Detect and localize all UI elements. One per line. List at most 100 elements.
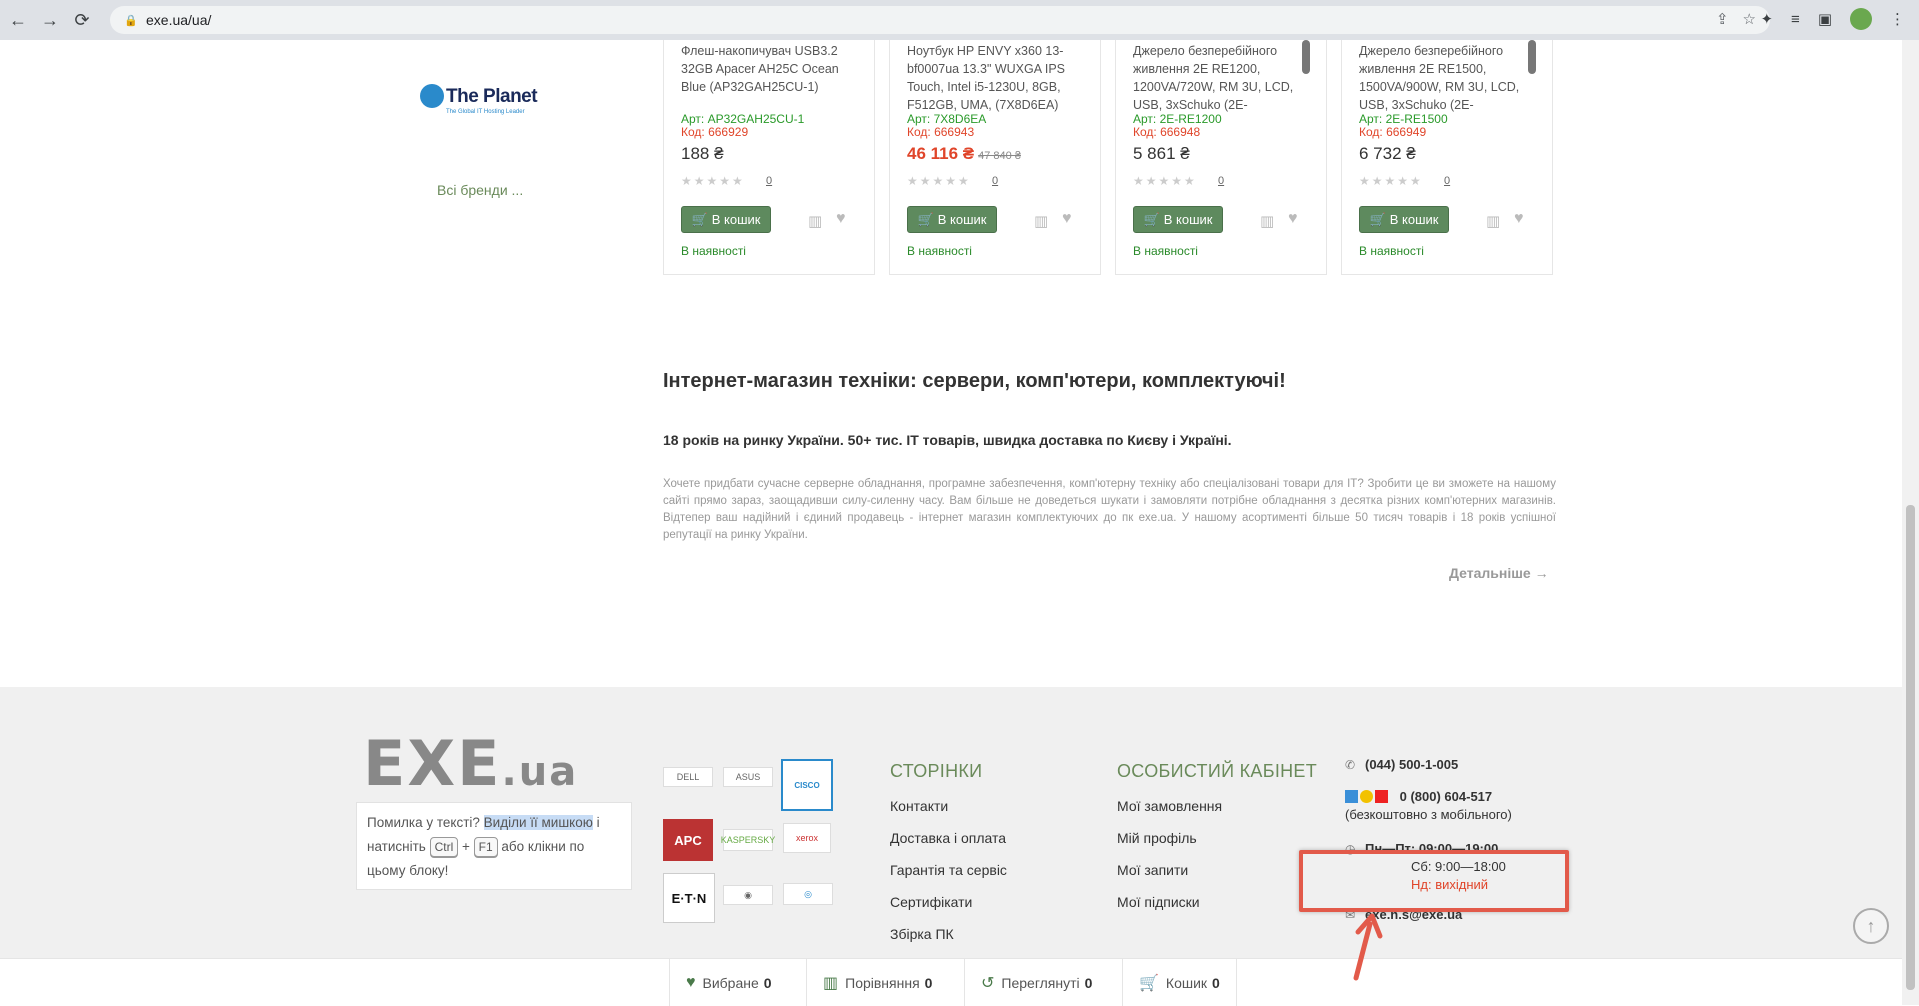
partner-logos: DELL ASUS CISCO APC KASPERSKY xerox E·T·… <box>661 757 841 927</box>
reviews-count[interactable]: 0 <box>766 175 772 187</box>
product-price: 6 732 ₴ <box>1359 144 1416 164</box>
partner-apc[interactable]: APC <box>663 819 713 861</box>
media-icon[interactable]: ≡ <box>1791 11 1800 28</box>
cabinet-link-subscriptions[interactable]: Мої підписки <box>1117 891 1222 923</box>
add-to-cart-button[interactable]: 🛒 В кошик <box>907 206 997 233</box>
scroll-to-top-button[interactable]: ↑ <box>1853 908 1889 944</box>
footer-link-certificates[interactable]: Сертифікати <box>890 891 1007 923</box>
reviews-count[interactable]: 0 <box>992 175 998 187</box>
cart-icon: 🛒 <box>691 211 708 227</box>
compare-icon[interactable]: ▥ <box>808 212 822 230</box>
reviews-count[interactable]: 0 <box>1444 175 1450 187</box>
exe-logo-main: EXE <box>363 727 502 800</box>
cart-button[interactable]: 🛒 Кошик 0 <box>1122 959 1237 1006</box>
rating-stars-icon[interactable]: ★★★★★ <box>907 174 971 188</box>
page-scrollbar[interactable] <box>1902 40 1919 1005</box>
stock-status: В наявності <box>1133 244 1198 258</box>
intel-icon: ◎ <box>804 888 812 899</box>
partner-dell[interactable]: DELL <box>663 767 713 787</box>
phone-row-2[interactable]: 0 (800) 604-517 <box>1345 789 1492 804</box>
seo-title: Інтернет-магазин техніки: сервери, комп'… <box>663 370 1286 392</box>
address-bar[interactable]: 🔒 exe.ua/ua/ ⇪ ☆ <box>110 6 1770 34</box>
bookmark-star-icon[interactable]: ☆ <box>1743 10 1756 28</box>
all-brands-link[interactable]: Всі бренди ... <box>437 182 523 198</box>
globe-icon <box>420 84 444 108</box>
phone-1: (044) 500-1-005 <box>1365 757 1459 772</box>
heart-icon: ♥ <box>686 973 696 991</box>
product-code: Код: 666948 <box>1133 125 1201 139</box>
typo-report-box[interactable]: Помилка у тексті? Виділи її мишкою і нат… <box>356 802 632 890</box>
footer-link-warranty[interactable]: Гарантія та сервіс <box>890 859 1007 891</box>
title-scrollbar[interactable] <box>1302 40 1310 74</box>
add-to-cart-button[interactable]: 🛒 В кошик <box>1359 206 1449 233</box>
partner-cisco[interactable]: CISCO <box>781 759 833 811</box>
share-icon[interactable]: ⇪ <box>1716 10 1729 28</box>
key-f1: F1 <box>473 837 498 857</box>
viewed-label: Переглянуті <box>1001 974 1080 991</box>
profile-avatar[interactable] <box>1850 8 1872 30</box>
heart-icon[interactable]: ♥ <box>1288 210 1298 228</box>
add-to-cart-button[interactable]: 🛒 В кошик <box>1133 206 1223 233</box>
footer-link-contacts[interactable]: Контакти <box>890 795 1007 827</box>
partner-eaton[interactable]: E·T·N <box>663 873 715 923</box>
product-title[interactable]: Ноутбук HP ENVY x360 13-bf0007ua 13.3" W… <box>907 42 1079 112</box>
cabinet-title: ОСОБИСТИЙ КАБІНЕТ <box>1117 761 1318 781</box>
seo-text: Хочете придбати сучасне серверне обладна… <box>663 478 1556 541</box>
heart-icon[interactable]: ♥ <box>836 210 846 228</box>
partner-kaspersky[interactable]: KASPERSKY <box>721 829 775 851</box>
brand-logo-the-planet[interactable]: The Planet The Global IT Hosting Leader <box>418 82 538 118</box>
heart-icon[interactable]: ♥ <box>1062 210 1072 228</box>
product-card[interactable]: Джерело безперебійного живлення 2E RE150… <box>1341 40 1553 275</box>
add-to-cart-button[interactable]: 🛒 В кошик <box>681 206 771 233</box>
compare-icon[interactable]: ▥ <box>1034 212 1048 230</box>
page-content: The Planet The Global IT Hosting Leader … <box>0 40 1902 1006</box>
more-link[interactable]: Детальніше → <box>1449 565 1549 581</box>
title-scrollbar[interactable] <box>1528 40 1536 74</box>
product-title[interactable]: Джерело безперебійного живлення 2E RE150… <box>1359 42 1531 112</box>
price-value: 6 732 ₴ <box>1359 144 1416 163</box>
key-ctrl: Ctrl <box>429 837 459 857</box>
product-card[interactable]: Флеш-накопичувач USB3.2 32GB Apacer AH25… <box>663 40 875 275</box>
cabinet-link-orders[interactable]: Мої замовлення <box>1117 795 1222 827</box>
favorites-button[interactable]: ♥ Вибране 0 <box>669 959 788 1006</box>
rating-stars-icon[interactable]: ★★★★★ <box>1359 174 1423 188</box>
partner-xerox[interactable]: xerox <box>783 823 831 853</box>
footer-link-pc-build[interactable]: Збірка ПК <box>890 923 1007 955</box>
phone-icon: ✆ <box>1345 758 1356 772</box>
cart-label: Кошик <box>1165 974 1208 991</box>
product-article: Арт: AP32GAH25CU-1 <box>681 112 805 126</box>
reviews-count[interactable]: 0 <box>1218 175 1224 187</box>
menu-icon[interactable]: ⋮ <box>1890 10 1905 28</box>
phone-row-1[interactable]: ✆ (044) 500-1-005 <box>1345 757 1458 772</box>
compare-icon[interactable]: ▥ <box>1260 212 1274 230</box>
side-panel-icon[interactable]: ▣ <box>1818 10 1832 28</box>
product-card[interactable]: Джерело безперебійного живлення 2E RE120… <box>1115 40 1327 275</box>
heart-icon[interactable]: ♥ <box>1514 210 1524 228</box>
scrollbar-thumb[interactable] <box>1906 505 1915 990</box>
compare-icon[interactable]: ▥ <box>1486 212 1500 230</box>
extensions-icon[interactable]: ✦ <box>1760 10 1773 28</box>
reload-icon[interactable]: ⟳ <box>68 6 96 34</box>
product-title[interactable]: Джерело безперебійного живлення 2E RE120… <box>1133 42 1305 112</box>
rating-stars-icon[interactable]: ★★★★★ <box>681 174 745 188</box>
compare-button[interactable]: ▥ Порівняння 0 <box>806 959 948 1006</box>
back-icon[interactable]: ← <box>4 6 32 34</box>
footer-link-delivery[interactable]: Доставка і оплата <box>890 827 1007 859</box>
exe-logo[interactable]: EXE.ua <box>363 727 578 800</box>
rating-stars-icon[interactable]: ★★★★★ <box>1133 174 1197 188</box>
partner-asus[interactable]: ASUS <box>723 767 773 787</box>
typo-highlight: Виділи її мишкою <box>483 815 593 830</box>
product-card[interactable]: Ноутбук HP ENVY x360 13-bf0007ua 13.3" W… <box>889 40 1101 275</box>
partner-intel[interactable]: ◎ <box>783 883 833 905</box>
viewed-button[interactable]: ↺ Переглянуті 0 <box>964 959 1108 1006</box>
partner-hp[interactable]: ◉ <box>723 885 773 905</box>
typo-text-1: Помилка у тексті? <box>367 815 484 830</box>
cabinet-link-profile[interactable]: Мій профіль <box>1117 827 1222 859</box>
cabinet-link-requests[interactable]: Мої запити <box>1117 859 1222 891</box>
forward-icon[interactable]: → <box>36 6 64 34</box>
annotation-arrow-icon <box>1353 913 1383 981</box>
product-title[interactable]: Флеш-накопичувач USB3.2 32GB Apacer AH25… <box>681 42 853 112</box>
product-article: Арт: 7X8D6EA <box>907 112 987 126</box>
phone-2-note: (безкоштовно з мобільного) <box>1345 807 1512 822</box>
kyivstar-icon <box>1345 790 1358 803</box>
